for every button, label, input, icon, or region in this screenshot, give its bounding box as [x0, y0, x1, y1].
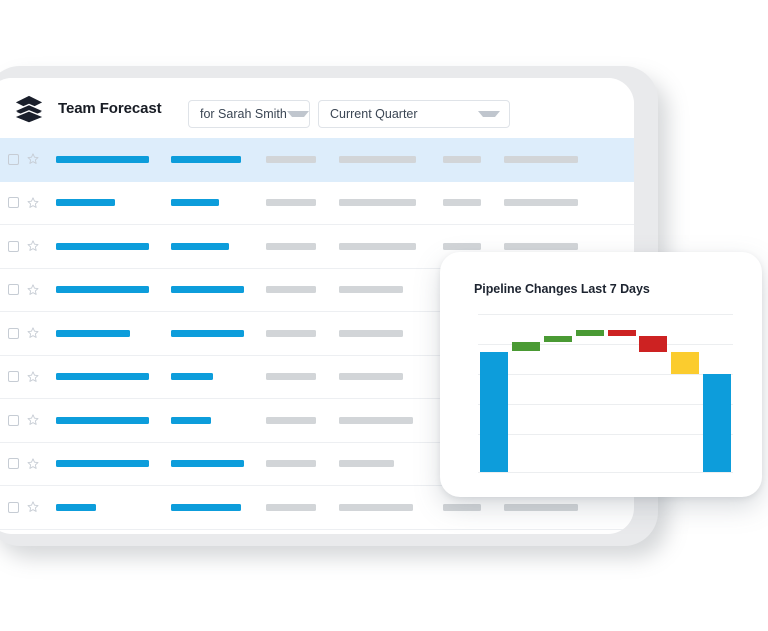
screenshot-stage: Team Forecast for Sarah Smith Current Qu… [0, 0, 768, 631]
cell-placeholder-account [171, 503, 241, 511]
cell-placeholder-stage [266, 329, 316, 337]
filter-owner-value: for Sarah Smith [200, 107, 287, 121]
cell-placeholder-amount [339, 242, 416, 250]
cell-placeholder-close [443, 503, 481, 511]
cell-placeholder-account [171, 373, 213, 381]
filter-period-value: Current Quarter [330, 107, 418, 121]
cell-placeholder-close [443, 155, 481, 163]
cell-placeholder-name [56, 242, 149, 250]
checkbox-icon[interactable] [8, 327, 19, 339]
cell-placeholder-stage [266, 286, 316, 294]
checkbox-icon[interactable] [8, 371, 19, 383]
cell-placeholder-name [56, 155, 149, 163]
filter-owner-select[interactable]: for Sarah Smith [188, 100, 310, 128]
pipeline-changes-card: Pipeline Changes Last 7 Days [440, 252, 762, 497]
waterfall-bar-increase [512, 342, 540, 351]
cell-placeholder-name [56, 286, 149, 294]
stacked-layers-icon [15, 95, 43, 123]
waterfall-chart-plot [478, 314, 733, 473]
filter-period-select[interactable]: Current Quarter [318, 100, 510, 128]
page-title: Team Forecast [58, 99, 162, 117]
gridline [478, 374, 733, 375]
gridline [478, 314, 733, 315]
cell-placeholder-account [171, 155, 241, 163]
star-outline-icon[interactable] [26, 283, 40, 297]
cell-placeholder-owner [504, 503, 578, 511]
checkbox-icon[interactable] [8, 284, 19, 296]
gridline [478, 472, 733, 473]
cell-placeholder-amount [339, 329, 403, 337]
waterfall-bar-total [480, 352, 508, 472]
cell-placeholder-amount [339, 373, 403, 381]
cell-placeholder-name [56, 199, 115, 207]
cell-placeholder-name [56, 329, 130, 337]
waterfall-bar-decrease [608, 330, 636, 336]
star-outline-icon[interactable] [26, 239, 40, 253]
chevron-down-icon [286, 111, 309, 117]
waterfall-bar-increase [544, 336, 572, 342]
cell-placeholder-stage [266, 373, 316, 381]
star-outline-icon[interactable] [26, 326, 40, 340]
star-outline-icon[interactable] [26, 457, 40, 471]
star-outline-icon[interactable] [26, 196, 40, 210]
cell-placeholder-owner [504, 155, 578, 163]
cell-placeholder-account [171, 286, 244, 294]
cell-placeholder-close [443, 242, 481, 250]
checkbox-icon[interactable] [8, 197, 19, 209]
gridline [478, 434, 733, 435]
cell-placeholder-amount [339, 460, 394, 468]
star-outline-icon[interactable] [26, 413, 40, 427]
checkbox-icon[interactable] [8, 458, 19, 470]
cell-placeholder-close [443, 199, 481, 207]
cell-placeholder-owner [504, 242, 578, 250]
waterfall-bar-decrease [671, 352, 699, 374]
cell-placeholder-owner [504, 199, 578, 207]
chart-title: Pipeline Changes Last 7 Days [474, 282, 650, 296]
waterfall-bar-decrease [639, 336, 667, 352]
cell-placeholder-amount [339, 416, 413, 424]
cell-placeholder-amount [339, 503, 413, 511]
checkbox-icon[interactable] [8, 414, 19, 426]
cell-placeholder-stage [266, 503, 316, 511]
cell-placeholder-stage [266, 460, 316, 468]
cell-placeholder-stage [266, 199, 316, 207]
cell-placeholder-stage [266, 155, 316, 163]
app-header: Team Forecast [0, 78, 634, 138]
star-outline-icon[interactable] [26, 500, 40, 514]
star-outline-icon[interactable] [26, 152, 40, 166]
cell-placeholder-amount [339, 155, 416, 163]
cell-placeholder-account [171, 199, 219, 207]
table-row[interactable] [0, 138, 634, 182]
cell-placeholder-name [56, 373, 149, 381]
cell-placeholder-stage [266, 416, 316, 424]
cell-placeholder-stage [266, 242, 316, 250]
cell-placeholder-account [171, 329, 244, 337]
gridline [478, 404, 733, 405]
checkbox-icon[interactable] [8, 240, 19, 252]
cell-placeholder-name [56, 460, 149, 468]
cell-placeholder-account [171, 416, 211, 424]
cell-placeholder-name [56, 416, 149, 424]
cell-placeholder-amount [339, 286, 403, 294]
table-row[interactable] [0, 182, 634, 225]
cell-placeholder-amount [339, 199, 416, 207]
cell-placeholder-account [171, 460, 244, 468]
cell-placeholder-account [171, 242, 229, 250]
checkbox-icon[interactable] [8, 153, 19, 165]
star-outline-icon[interactable] [26, 370, 40, 384]
checkbox-icon[interactable] [8, 501, 19, 513]
waterfall-bar-increase [576, 330, 604, 336]
waterfall-bar-total [703, 374, 731, 472]
chevron-down-icon [478, 111, 500, 117]
cell-placeholder-name [56, 503, 96, 511]
